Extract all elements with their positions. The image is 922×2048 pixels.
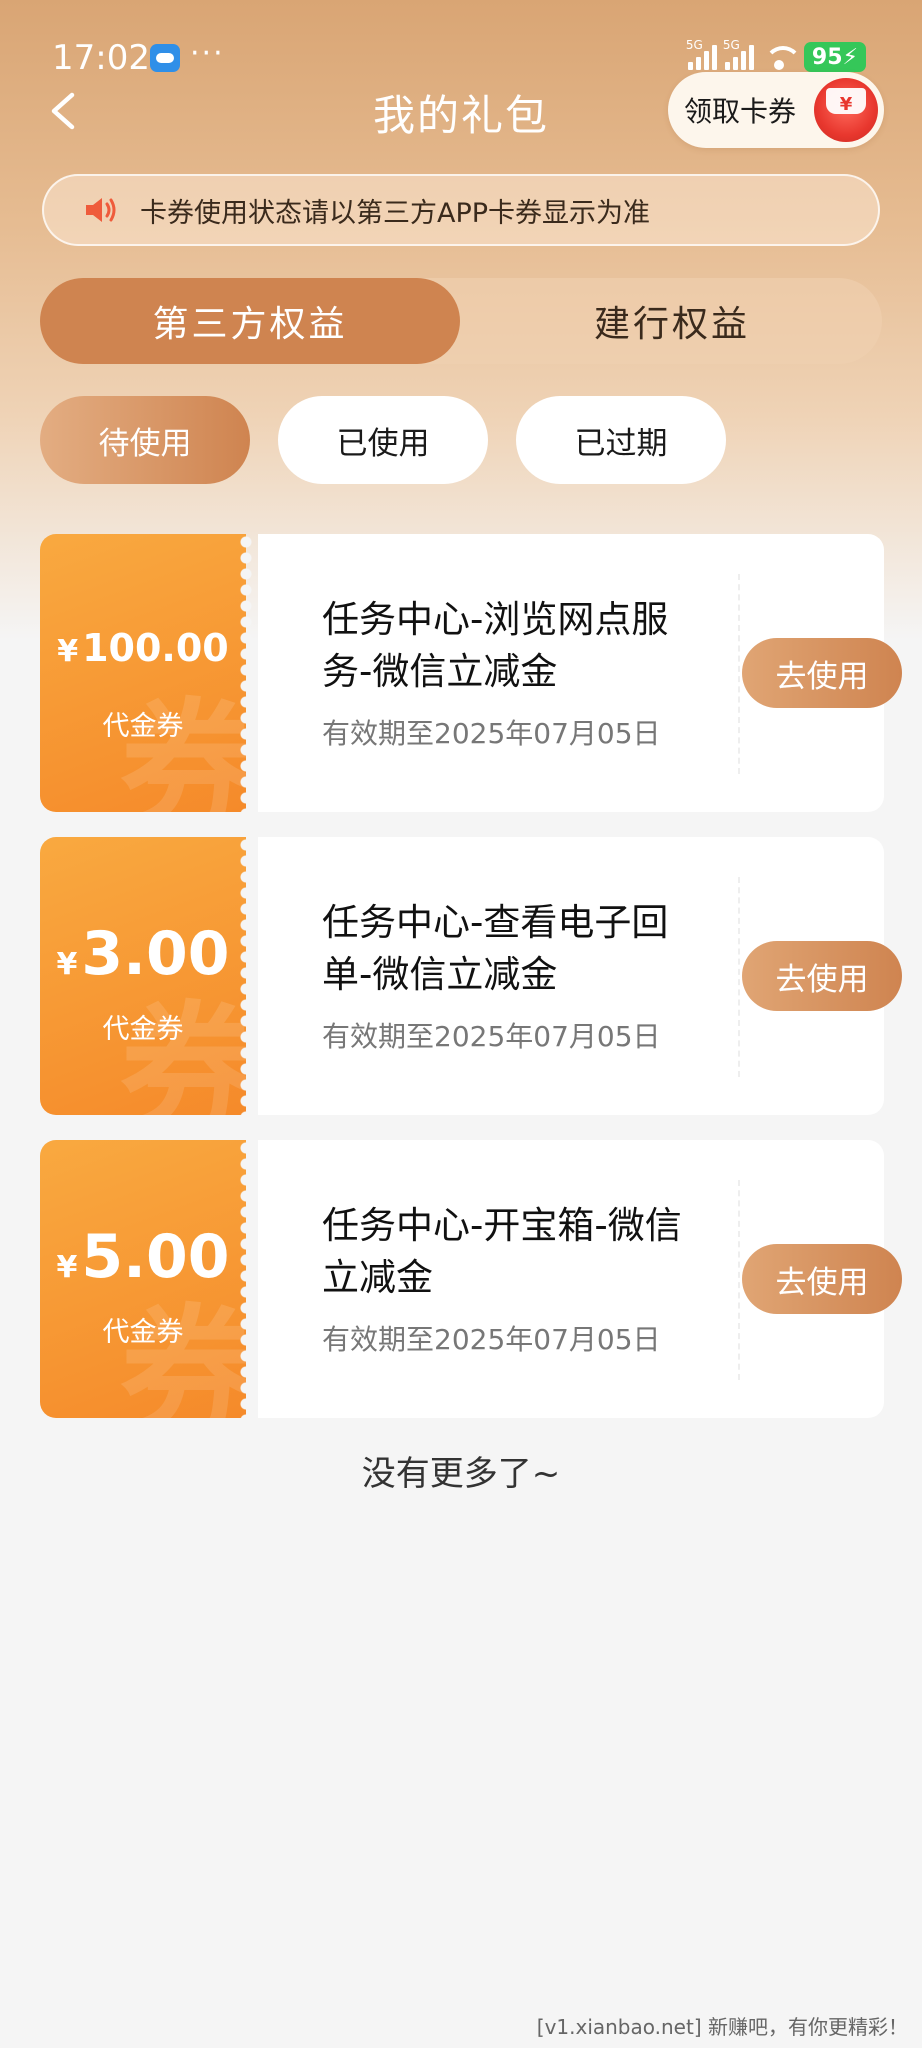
coupon-perforation: [234, 534, 258, 812]
coupon-divider: [738, 574, 740, 774]
battery-icon: 95 ⚡: [803, 42, 866, 72]
currency-symbol: ¥: [56, 1250, 78, 1285]
no-more-text: 没有更多了~: [361, 1454, 561, 1494]
coupon-expiry: 有效期至2025年07月05日: [322, 1020, 661, 1053]
coupon-amount: ¥100.00: [40, 626, 246, 670]
coupon-title: 任务中心-开宝箱-微信立减金: [322, 1204, 682, 1299]
get-coupon-button[interactable]: 领取卡券 ¥: [668, 72, 884, 148]
coupon-title: 任务中心-查看电子回单-微信立减金: [322, 901, 669, 996]
coupon-card: 券 ¥3.00 代金券 任务中心-查看电子回单-微信立减金 有效期至2025年0…: [40, 837, 902, 1115]
speaker-icon: [84, 195, 118, 225]
coupon-amount: ¥3.00: [40, 919, 246, 989]
coupon-card: 券 ¥100.00 代金券 任务中心-浏览网点服务-微信立减金 有效期至2025…: [40, 534, 902, 812]
tab-third-party[interactable]: 第三方权益: [40, 278, 460, 364]
filter-expired[interactable]: 已过期: [516, 396, 726, 484]
coupon-divider: [738, 1180, 740, 1380]
use-coupon-button[interactable]: 去使用: [742, 941, 902, 1011]
coupon-details: 任务中心-浏览网点服务-微信立减金 有效期至2025年07月05日 去使用: [258, 534, 902, 812]
status-indicators: 5G 5G 95 ⚡: [686, 38, 866, 72]
page-title-text: 我的礼包: [372, 91, 549, 140]
coupon-type: 代金券: [102, 711, 184, 742]
coupon-details: 任务中心-查看电子回单-微信立减金 有效期至2025年07月05日 去使用: [258, 837, 902, 1115]
currency-symbol: ¥: [56, 947, 78, 982]
coupon-perforation: [234, 837, 258, 1115]
coupon-amount: ¥5.00: [40, 1222, 246, 1292]
coupon-amount-value: 5.00: [81, 1222, 230, 1292]
coupon-expiry: 有效期至2025年07月05日: [322, 717, 661, 750]
signal-icon-2: 5G: [723, 38, 754, 70]
get-coupon-label: 领取卡券: [684, 95, 797, 128]
coupon-title: 任务中心-浏览网点服务-微信立减金: [322, 598, 669, 693]
coupon-value-panel: 券 ¥100.00 代金券: [40, 534, 246, 812]
cloud-app-icon: [150, 44, 180, 72]
coupon-value-panel: 券 ¥5.00 代金券: [40, 1140, 246, 1418]
use-coupon-button[interactable]: 去使用: [742, 638, 902, 708]
wifi-icon: [762, 44, 802, 70]
coupon-card: 券 ¥5.00 代金券 任务中心-开宝箱-微信立减金 有效期至2025年07月0…: [40, 1140, 902, 1418]
coupon-type: 代金券: [102, 1317, 184, 1348]
filter-unused[interactable]: 待使用: [40, 396, 250, 484]
notice-banner: 卡券使用状态请以第三方APP卡券显示为准: [42, 174, 880, 246]
currency-symbol: ¥: [57, 634, 79, 669]
coupon-amount-value: 100.00: [82, 626, 229, 670]
coupon-details: 任务中心-开宝箱-微信立减金 有效期至2025年07月05日 去使用: [258, 1140, 902, 1418]
signal-icon: 5G: [686, 38, 717, 70]
coupon-expiry: 有效期至2025年07月05日: [322, 1323, 661, 1356]
gift-symbol: ¥: [839, 93, 853, 115]
site-watermark: [v1.xianbao.net] 新赚吧，有你更精彩！: [536, 2015, 908, 2039]
benefit-tabs: 第三方权益 建行权益: [40, 278, 882, 364]
signal-label: 5G: [685, 38, 703, 52]
battery-level: 95: [811, 44, 843, 70]
more-notifications-icon: ···: [190, 36, 225, 71]
coupon-amount-value: 3.00: [81, 919, 230, 989]
coupon-divider: [738, 877, 740, 1077]
use-coupon-button[interactable]: 去使用: [742, 1244, 902, 1314]
tab-ccb[interactable]: 建行权益: [462, 278, 882, 364]
filter-used[interactable]: 已使用: [278, 396, 488, 484]
coupon-value-panel: 券 ¥3.00 代金券: [40, 837, 246, 1115]
signal-label-2: 5G: [722, 38, 740, 52]
coupon-type: 代金券: [102, 1014, 184, 1045]
coupon-perforation: [234, 1140, 258, 1418]
red-envelope-icon: ¥: [814, 78, 878, 142]
status-time: 17:02: [52, 38, 150, 78]
notice-text: 卡券使用状态请以第三方APP卡券显示为准: [140, 197, 651, 229]
